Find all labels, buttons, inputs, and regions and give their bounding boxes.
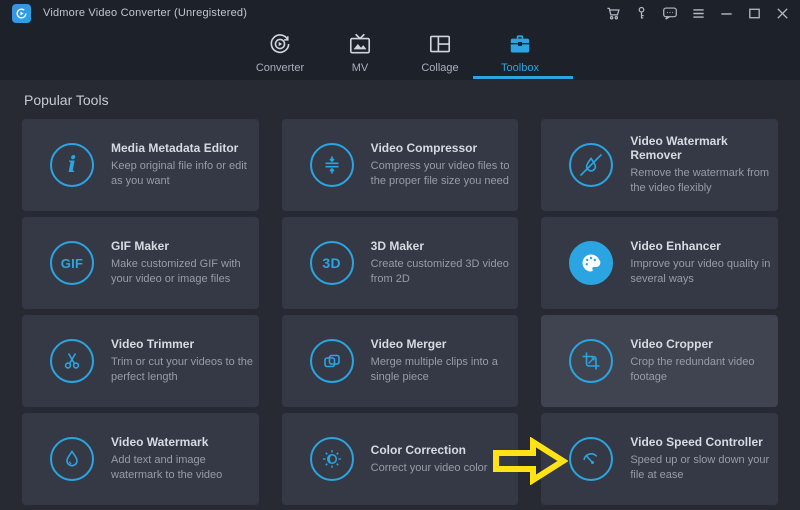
tool-title: Video Watermark xyxy=(111,435,259,449)
gif-glyph: GIF xyxy=(61,256,84,271)
tool-card-video-compressor[interactable]: Video Compressor Compress your video fil… xyxy=(282,119,519,211)
compress-icon xyxy=(310,143,354,187)
tool-card-video-cropper[interactable]: Video Cropper Crop the redundant video f… xyxy=(541,315,778,407)
droplet-icon xyxy=(50,437,94,481)
tab-label: Converter xyxy=(256,62,304,74)
tool-card-video-merger[interactable]: Video Merger Merge multiple clips into a… xyxy=(282,315,519,407)
tab-label: MV xyxy=(352,62,369,74)
tab-label: Collage xyxy=(421,62,458,74)
tool-title: Video Enhancer xyxy=(630,239,778,253)
watermark-remover-icon xyxy=(569,143,613,187)
tool-card-3d-maker[interactable]: 3D 3D Maker Create customized 3D video f… xyxy=(282,217,519,309)
feedback-chat-icon[interactable] xyxy=(662,6,678,21)
tools-grid: i Media Metadata Editor Keep original fi… xyxy=(22,119,778,505)
sun-icon xyxy=(310,437,354,481)
tool-card-video-watermark[interactable]: Video Watermark Add text and image water… xyxy=(22,413,259,505)
tool-card-media-metadata-editor[interactable]: i Media Metadata Editor Keep original fi… xyxy=(22,119,259,211)
tool-title: 3D Maker xyxy=(371,239,519,253)
tool-description: Crop the redundant video footage xyxy=(630,355,778,385)
tool-card-video-watermark-remover[interactable]: Video Watermark Remover Remove the water… xyxy=(541,119,778,211)
cart-icon[interactable] xyxy=(606,6,621,21)
gif-icon: GIF xyxy=(50,241,94,285)
info-icon: i xyxy=(50,143,94,187)
menu-icon[interactable] xyxy=(691,6,706,21)
highlight-arrow-icon xyxy=(492,437,568,485)
tool-title: Video Watermark Remover xyxy=(630,134,778,162)
info-glyph: i xyxy=(68,154,76,176)
tab-converter[interactable]: Converter xyxy=(240,26,320,80)
tool-title: Media Metadata Editor xyxy=(111,141,259,155)
tool-card-video-speed-controller[interactable]: Video Speed Controller Speed up or slow … xyxy=(541,413,778,505)
window-header: Vidmore Video Converter (Unregistered) xyxy=(0,0,800,80)
tool-title: GIF Maker xyxy=(111,239,259,253)
close-icon[interactable] xyxy=(775,6,790,21)
main-nav: Converter MV Collage Toolbox xyxy=(0,26,800,80)
tool-description: Speed up or slow down your file at ease xyxy=(630,453,778,483)
3d-icon: 3D xyxy=(310,241,354,285)
toolbox-panel: Popular Tools i Media Metadata Editor Ke… xyxy=(0,80,800,510)
app-logo-icon xyxy=(12,4,31,23)
tool-description: Trim or cut your videos to the perfect l… xyxy=(111,355,259,385)
tool-card-gif-maker[interactable]: GIF GIF Maker Make customized GIF with y… xyxy=(22,217,259,309)
tool-title: Video Merger xyxy=(371,337,519,351)
speedometer-icon xyxy=(569,437,613,481)
tool-description: Make customized GIF with your video or i… xyxy=(111,257,259,287)
crop-icon xyxy=(569,339,613,383)
tool-description: Create customized 3D video from 2D xyxy=(371,257,519,287)
minimize-icon[interactable] xyxy=(719,6,734,21)
tab-collage[interactable]: Collage xyxy=(400,26,480,80)
tool-card-color-correction[interactable]: Color Correction Correct your video colo… xyxy=(282,413,519,505)
maximize-icon[interactable] xyxy=(747,6,762,21)
tool-description: Add text and image watermark to the vide… xyxy=(111,453,259,483)
section-title: Popular Tools xyxy=(24,92,800,108)
register-key-icon[interactable] xyxy=(634,6,649,21)
palette-icon xyxy=(569,241,613,285)
tool-card-video-enhancer[interactable]: Video Enhancer Improve your video qualit… xyxy=(541,217,778,309)
tool-description: Correct your video color xyxy=(371,461,488,476)
tool-description: Remove the watermark from the video flex… xyxy=(630,166,778,196)
tool-title: Video Trimmer xyxy=(111,337,259,351)
tool-title: Video Cropper xyxy=(630,337,778,351)
3d-glyph: 3D xyxy=(322,255,341,271)
merge-icon xyxy=(310,339,354,383)
tool-title: Color Correction xyxy=(371,443,488,457)
tab-mv[interactable]: MV xyxy=(320,26,400,80)
tool-description: Keep original file info or edit as you w… xyxy=(111,159,259,189)
tab-toolbox[interactable]: Toolbox xyxy=(480,26,560,80)
tool-description: Merge multiple clips into a single piece xyxy=(371,355,519,385)
scissors-icon xyxy=(50,339,94,383)
tool-description: Improve your video quality in several wa… xyxy=(630,257,778,287)
window-title: Vidmore Video Converter (Unregistered) xyxy=(43,7,247,19)
active-tab-indicator xyxy=(473,76,573,79)
tool-title: Video Compressor xyxy=(371,141,519,155)
tool-title: Video Speed Controller xyxy=(630,435,778,449)
tool-description: Compress your video files to the proper … xyxy=(371,159,519,189)
title-bar: Vidmore Video Converter (Unregistered) xyxy=(0,0,800,26)
tab-label: Toolbox xyxy=(501,62,539,74)
tool-card-video-trimmer[interactable]: Video Trimmer Trim or cut your videos to… xyxy=(22,315,259,407)
